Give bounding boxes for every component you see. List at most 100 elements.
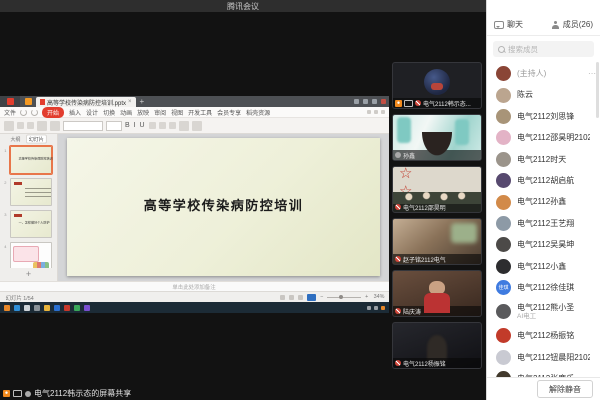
video-thumbnail[interactable]: 电气2112邵昊明: [392, 166, 482, 213]
minimize-icon[interactable]: [363, 99, 368, 104]
current-slide[interactable]: 高等学校传染病防控培训: [67, 138, 380, 276]
member-row[interactable]: 电气2112王艺翔: [487, 213, 600, 234]
zoom-level[interactable]: 34%: [374, 294, 385, 299]
ribbon-tab[interactable]: 设计: [86, 108, 98, 117]
ribbon-tab[interactable]: 切换: [103, 108, 115, 117]
normal-view-icon[interactable]: [280, 295, 285, 300]
slide-sorter-icon[interactable]: [289, 295, 294, 300]
ribbon-tab[interactable]: 审阅: [154, 108, 166, 117]
file-explorer-icon[interactable]: [44, 305, 50, 311]
tab-members[interactable]: 成员(26): [552, 19, 593, 30]
member-row[interactable]: 电气2112吴昊坤: [487, 234, 600, 255]
unmute-button[interactable]: 解除静音: [537, 380, 593, 398]
undo-icon[interactable]: [20, 109, 27, 116]
ribbon-tab[interactable]: 开始: [42, 107, 64, 118]
shared-screen-wps-window: 高等学校传染病防控培训.pptx × + 文件 开始: [0, 96, 389, 313]
video-thumbnail[interactable]: 陆庆涛: [392, 270, 482, 317]
outline-tab[interactable]: 大纲: [10, 135, 20, 142]
member-row[interactable]: 电气2112钮晨阳210200270119: [487, 347, 600, 368]
add-slide-button[interactable]: +: [0, 268, 57, 281]
tray-icon[interactable]: [367, 306, 371, 310]
close-tab-icon[interactable]: ×: [128, 99, 132, 105]
font-name-select[interactable]: [63, 121, 103, 131]
video-thumbnail[interactable]: 赵子铭2112电气: [392, 218, 482, 265]
wps-document-tab[interactable]: 高等学校传染病防控培训.pptx ×: [36, 97, 136, 107]
new-tab-button[interactable]: +: [136, 96, 149, 107]
member-row[interactable]: 电气2112邵昊明210200270107: [487, 127, 600, 148]
notes-bar[interactable]: 单击此处添加备注: [0, 281, 389, 291]
wechat-icon[interactable]: [74, 305, 80, 311]
wps-logo[interactable]: [0, 96, 20, 107]
align-left-icon[interactable]: [149, 122, 156, 129]
member-row[interactable]: 电气2112胡启航: [487, 170, 600, 191]
bullet-list-icon[interactable]: [169, 122, 176, 129]
member-row[interactable]: 电气2112时天: [487, 149, 600, 170]
app-icon[interactable]: [84, 305, 90, 311]
avatar: [496, 152, 511, 167]
share-icon[interactable]: [374, 110, 378, 114]
member-row[interactable]: 电气2112张鹿乐: [487, 368, 600, 377]
ribbon-tab[interactable]: 动画: [120, 108, 132, 117]
bold-italic-underline-buttons[interactable]: B I U: [125, 122, 146, 129]
file-menu[interactable]: 文件: [4, 108, 16, 117]
video-thumbnail[interactable]: 电气2112韩示态...: [392, 62, 482, 109]
insert-textbox-button[interactable]: [192, 121, 202, 131]
layout-button[interactable]: [50, 121, 60, 131]
slide-thumbnail[interactable]: 1 高等学校传染病防控培训: [10, 146, 52, 174]
maximize-icon[interactable]: [372, 99, 377, 104]
zoom-slider-handle[interactable]: [339, 295, 343, 299]
font-size-select[interactable]: [106, 121, 122, 131]
slides-tab[interactable]: 幻灯片: [26, 135, 46, 144]
wps-taskbar-icon[interactable]: [4, 305, 10, 311]
member-row[interactable]: 陈云: [487, 84, 600, 105]
new-slide-button[interactable]: [37, 121, 47, 131]
redo-icon[interactable]: [31, 109, 38, 116]
ribbon-tab[interactable]: 视图: [171, 108, 183, 117]
slide-thumbnail[interactable]: 2: [10, 178, 52, 206]
meeting-titlebar[interactable]: 腾讯会议: [0, 0, 486, 12]
member-row[interactable]: (主持人) ⋯: [487, 63, 600, 84]
account-icon[interactable]: [354, 99, 359, 104]
slideshow-play-button[interactable]: [307, 294, 316, 301]
wps-home-tab[interactable]: [20, 96, 36, 107]
ribbon-tab[interactable]: 放映: [137, 108, 149, 117]
search-icon[interactable]: [24, 305, 30, 311]
align-center-icon[interactable]: [159, 122, 166, 129]
member-row[interactable]: 电气2112熊小圣 AI电工: [487, 298, 600, 325]
zoom-out-button[interactable]: −: [320, 294, 323, 299]
collapse-ribbon-icon[interactable]: [381, 110, 385, 114]
windows-taskbar: [0, 302, 389, 313]
insert-shape-button[interactable]: [179, 121, 189, 131]
member-row[interactable]: 佳琪 电气2112徐佳琪: [487, 277, 600, 298]
reading-view-icon[interactable]: [298, 295, 303, 300]
member-row[interactable]: 电气2112小鑫: [487, 256, 600, 277]
member-row[interactable]: 电气2112杨振铭: [487, 325, 600, 346]
avatar: [496, 109, 511, 124]
zoom-slider[interactable]: [327, 297, 361, 298]
search-members-input[interactable]: 搜索成员: [493, 41, 594, 57]
member-row[interactable]: 电气2112刘思锋: [487, 106, 600, 127]
browser-icon[interactable]: [64, 305, 70, 311]
tray-icon[interactable]: [374, 306, 378, 310]
slide-thumbnail[interactable]: 4: [10, 242, 52, 268]
slide-thumbnail[interactable]: 3 一、怎样做好个人防护: [10, 210, 52, 238]
close-window-icon[interactable]: [381, 99, 386, 104]
member-list-scrollbar[interactable]: [596, 62, 599, 118]
ribbon-tab[interactable]: 插入: [69, 108, 81, 117]
ribbon-tab[interactable]: 会员专享: [217, 108, 241, 117]
ribbon-tab[interactable]: 稻壳资源: [246, 108, 270, 117]
zoom-in-button[interactable]: +: [366, 294, 369, 299]
tab-chat[interactable]: 聊天: [494, 19, 523, 30]
paste-button[interactable]: [4, 121, 14, 131]
cut-icon[interactable]: [17, 122, 24, 129]
task-view-icon[interactable]: [34, 305, 40, 311]
edge-icon[interactable]: [54, 305, 60, 311]
video-thumbnail[interactable]: 电气2112杨振铭: [392, 322, 482, 369]
video-thumbnail[interactable]: 孙鑫: [392, 114, 482, 161]
member-row[interactable]: 电气2112孙鑫: [487, 191, 600, 212]
format-painter-icon[interactable]: [27, 122, 34, 129]
find-icon[interactable]: [367, 110, 371, 114]
start-button[interactable]: [14, 305, 20, 311]
tray-notification-icon[interactable]: [381, 306, 385, 310]
ribbon-tab[interactable]: 开发工具: [188, 108, 212, 117]
